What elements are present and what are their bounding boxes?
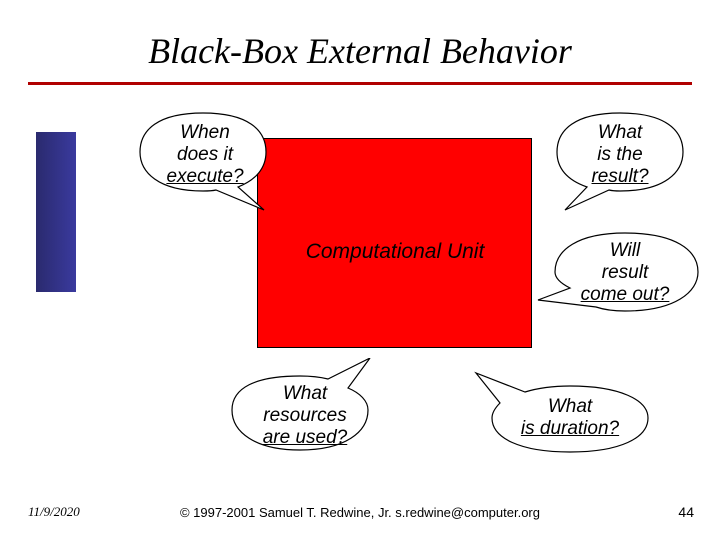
callout-line: does it	[150, 144, 260, 166]
callout-line: Will	[560, 240, 690, 262]
callout-line: What	[500, 396, 640, 418]
slide: Black-Box External Behavior Computationa…	[0, 0, 720, 540]
footer-copyright: © 1997-2001 Samuel T. Redwine, Jr. s.red…	[0, 505, 720, 520]
callout-line: come out?	[560, 284, 690, 306]
callout-what-result: What is the result?	[565, 122, 675, 188]
callout-line: What	[565, 122, 675, 144]
callout-line: result?	[565, 166, 675, 188]
callout-line: resources	[240, 405, 370, 427]
callout-resources: What resources are used?	[240, 383, 370, 449]
callout-will-come: Will result come out?	[560, 240, 690, 306]
footer-page-number: 44	[678, 504, 694, 520]
callout-line: are used?	[240, 427, 370, 449]
title-underline	[28, 82, 692, 85]
callout-line: When	[150, 122, 260, 144]
callout-when: When does it execute?	[150, 122, 260, 188]
callout-line: What	[240, 383, 370, 405]
callout-duration: What is duration?	[500, 396, 640, 440]
page-title: Black-Box External Behavior	[0, 30, 720, 72]
callout-line: is the	[565, 144, 675, 166]
computational-unit-label: Computational Unit	[270, 240, 520, 264]
callout-line: execute?	[150, 166, 260, 188]
callout-line: result	[560, 262, 690, 284]
callout-line: is duration?	[500, 418, 640, 440]
accent-bar	[36, 132, 76, 292]
